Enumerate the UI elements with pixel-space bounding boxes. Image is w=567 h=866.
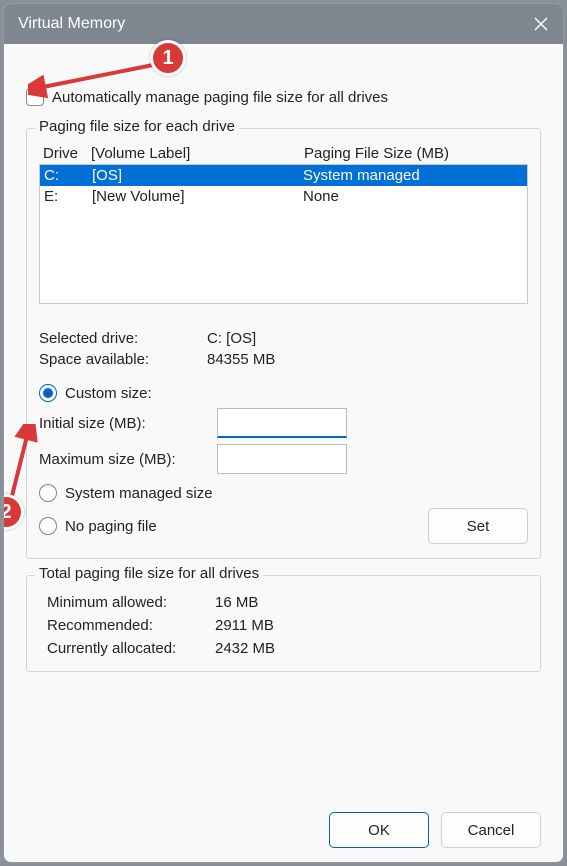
- annotation-arrow-1: [28, 58, 168, 98]
- ok-button[interactable]: OK: [329, 812, 429, 848]
- annotation-badge-1: 1: [150, 40, 186, 76]
- maximum-size-label: Maximum size (MB):: [39, 451, 209, 468]
- minimum-allowed-value: 16 MB: [215, 594, 258, 611]
- radio-custom-size-label: Custom size:: [65, 385, 152, 402]
- cancel-button[interactable]: Cancel: [441, 812, 541, 848]
- drive-row[interactable]: E: [New Volume] None: [40, 186, 527, 207]
- col-volume: [Volume Label]: [91, 145, 304, 162]
- radio-no-paging-file[interactable]: [39, 517, 57, 535]
- col-size: Paging File Size (MB): [304, 145, 524, 162]
- selected-drive-value: C: [OS]: [207, 330, 256, 347]
- virtual-memory-dialog: Virtual Memory 1 Automatically manage pa…: [3, 3, 564, 863]
- window-title: Virtual Memory: [18, 15, 125, 33]
- minimum-allowed-label: Minimum allowed:: [47, 594, 207, 611]
- dialog-footer: OK Cancel: [4, 802, 563, 862]
- space-available-label: Space available:: [39, 351, 199, 368]
- space-available-value: 84355 MB: [207, 351, 275, 368]
- close-icon[interactable]: [533, 16, 549, 32]
- group-each-drive-legend: Paging file size for each drive: [35, 118, 239, 135]
- radio-system-managed-label: System managed size: [65, 485, 213, 502]
- initial-size-input[interactable]: [217, 408, 347, 438]
- radio-custom-size[interactable]: [39, 384, 57, 402]
- drive-list-header: Drive [Volume Label] Paging File Size (M…: [39, 141, 528, 164]
- title-bar[interactable]: Virtual Memory: [4, 4, 563, 44]
- selected-drive-label: Selected drive:: [39, 330, 199, 347]
- drive-row[interactable]: C: [OS] System managed: [40, 165, 527, 186]
- maximum-size-input[interactable]: [217, 444, 347, 474]
- initial-size-label: Initial size (MB):: [39, 415, 209, 432]
- recommended-value: 2911 MB: [215, 617, 274, 634]
- col-drive: Drive: [43, 145, 91, 162]
- radio-no-paging-file-label: No paging file: [65, 518, 157, 535]
- recommended-label: Recommended:: [47, 617, 207, 634]
- drive-list[interactable]: C: [OS] System managed E: [New Volume] N…: [39, 164, 528, 304]
- set-button[interactable]: Set: [428, 508, 528, 544]
- currently-allocated-label: Currently allocated:: [47, 640, 207, 657]
- group-each-drive: Paging file size for each drive Drive [V…: [26, 128, 541, 559]
- currently-allocated-value: 2432 MB: [215, 640, 275, 657]
- group-totals-legend: Total paging file size for all drives: [35, 565, 263, 582]
- group-totals: Total paging file size for all drives Mi…: [26, 575, 541, 672]
